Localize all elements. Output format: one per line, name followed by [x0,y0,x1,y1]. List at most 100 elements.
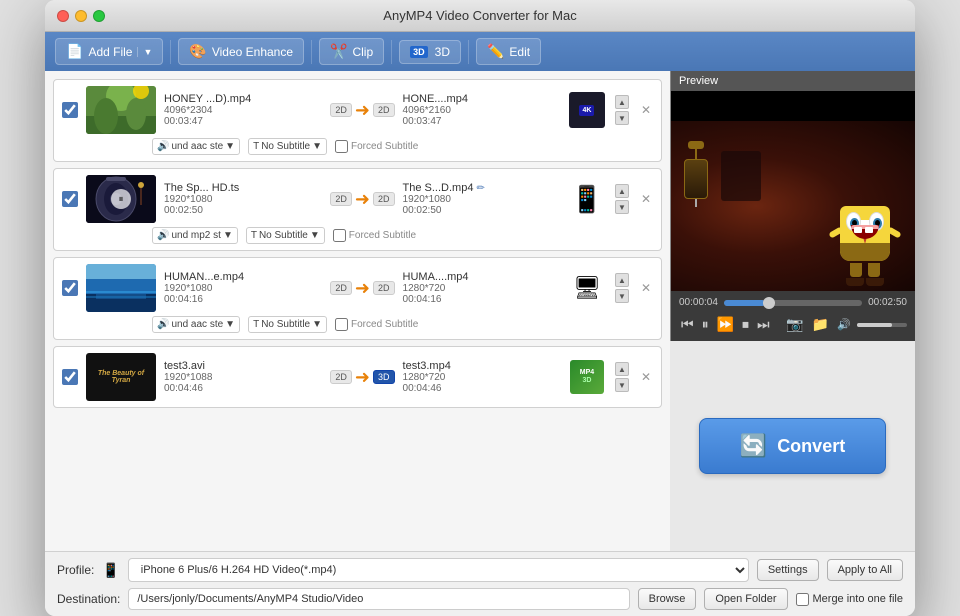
preview-scene [671,121,915,291]
browse-button[interactable]: Browse [638,588,697,610]
clip-button[interactable]: ✂️ Clip [319,38,384,65]
edit-dest-2[interactable]: ✏ [476,183,484,194]
volume-icon[interactable]: 🔊 [835,316,853,333]
file-source-res-1: 4096*2304 [164,105,322,116]
file-dest-duration-3: 00:04:16 [403,294,469,305]
file-dest-res-3: 1280*720 [403,283,469,294]
file-checkbox-2[interactable] [62,191,78,207]
bg-object [721,151,761,201]
source-dim-badge-4: 2D [330,370,352,384]
subtitle-select-2[interactable]: T No Subtitle ▼ [246,227,325,244]
stop-button[interactable]: ⏹ [740,314,751,335]
forced-subtitle-check-3[interactable] [335,318,348,331]
scroll-down-1[interactable]: ▼ [615,111,629,125]
scroll-up-4[interactable]: ▲ [615,362,629,376]
file-dest-res-4: 1280*720 [403,372,451,383]
dest-input[interactable] [128,588,629,610]
clip-label: Clip [352,45,373,59]
convert-arrow-1: ➜ [355,100,370,121]
settings-button[interactable]: Settings [757,559,819,581]
file-source-name-2: The Sp... HD.ts [164,182,322,194]
file-checkbox-3[interactable] [62,280,78,296]
progress-bar[interactable] [724,300,862,306]
preview-label: Preview [671,71,915,91]
dest-label: Destination: [57,592,120,606]
minimize-button[interactable] [75,10,87,22]
time-total: 00:02:50 [868,297,907,308]
source-dim-badge-1: 2D [330,103,352,117]
remove-file-2[interactable]: ✕ [639,190,653,208]
subtitle-arrow-3: ▼ [312,319,322,330]
subtitle-select-1[interactable]: T No Subtitle ▼ [248,138,327,155]
video-enhance-button[interactable]: 🎨 Video Enhance [178,38,304,65]
file-dest-duration-2: 00:02:50 [403,205,485,216]
audio-select-2[interactable]: 🔊 und mp2 st ▼ [152,227,238,244]
add-file-button[interactable]: 📄 Add File ▼ [55,38,163,65]
app-window: AnyMP4 Video Converter for Mac 📄 Add Fil… [45,0,915,616]
edit-button[interactable]: ✏️ Edit [476,38,541,65]
convert-label: Convert [777,436,845,457]
fast-forward-button[interactable]: ⏩ [715,314,736,335]
destination-row: Destination: Browse Open Folder Merge in… [57,588,903,610]
folder-button[interactable]: 📁 [810,314,831,335]
open-folder-button[interactable]: Open Folder [704,588,787,610]
file-dest-res-2: 1920*1080 [403,194,485,205]
format-icon-2: 📱 [569,184,605,215]
skip-back-button[interactable]: ⏮ [679,314,696,335]
subtitle-arrow-1: ▼ [312,141,322,152]
audio-select-1[interactable]: 🔊 und aac ste ▼ [152,138,240,155]
merge-checkbox[interactable] [796,593,809,606]
skip-forward-button[interactable]: ⏭ [755,314,772,335]
file-thumbnail-3 [86,264,156,312]
subtitle-select-3[interactable]: T No Subtitle ▼ [248,316,327,333]
spongebob-character [830,206,900,286]
file-dest-1: HONE....mp4 4096*2160 00:03:47 [403,93,561,127]
file-list: HONEY ...D).mp4 4096*2304 00:03:47 2D ➜ … [45,71,670,501]
remove-file-3[interactable]: ✕ [639,279,653,297]
format-icon-3: 🖥 [569,275,605,301]
close-button[interactable] [57,10,69,22]
file-dest-name-4: test3.mp4 [403,360,451,372]
subtitle-icon-1: T [253,141,259,152]
merge-wrap: Merge into one file [796,593,904,606]
scroll-down-4[interactable]: ▼ [615,378,629,392]
file-item-top: HUMAN...e.mp4 1920*1080 00:04:16 2D ➜ 2D… [62,264,653,312]
file-source-name-3: HUMAN...e.mp4 [164,271,322,283]
file-checkbox-1[interactable] [62,102,78,118]
phone-icon: 📱 [102,562,119,579]
video-enhance-label: Video Enhance [212,45,293,59]
list-item: HONEY ...D).mp4 4096*2304 00:03:47 2D ➜ … [53,79,662,162]
bottom-bar: Profile: 📱 iPhone 6 Plus/6 H.264 HD Vide… [45,551,915,616]
forced-subtitle-check-2[interactable] [333,229,346,242]
scroll-buttons-3: ▲ ▼ [613,273,631,303]
scroll-up-3[interactable]: ▲ [615,273,629,287]
forced-subtitle-check-1[interactable] [335,140,348,153]
profile-select[interactable]: iPhone 6 Plus/6 H.264 HD Video(*.mp4) [128,558,749,582]
audio-value-2: und mp2 st [171,230,220,241]
file-source-name-4: test3.avi [164,360,322,372]
scroll-up-1[interactable]: ▲ [615,95,629,109]
3d-button[interactable]: 3D 3D [399,40,461,64]
arrow-box-1: 2D ➜ 2D [330,100,394,121]
volume-slider[interactable] [857,323,907,327]
profile-label: Profile: [57,563,94,577]
convert-button[interactable]: 🔄 Convert [699,418,886,474]
scroll-up-2[interactable]: ▲ [615,184,629,198]
maximize-button[interactable] [93,10,105,22]
audio-select-3[interactable]: 🔊 und aac ste ▼ [152,316,240,333]
add-file-dropdown-arrow[interactable]: ▼ [137,47,152,57]
scroll-down-2[interactable]: ▼ [615,200,629,214]
audio-icon-1: 🔊 [157,141,169,152]
pause-button[interactable]: ⏸ [700,314,711,335]
source-dim-badge-2: 2D [330,192,352,206]
file-checkbox-4[interactable] [62,369,78,385]
list-item: ⏸ The Sp... HD.ts 1920*1080 00:02:50 2D … [53,168,662,251]
file-source-duration-2: 00:02:50 [164,205,322,216]
remove-file-1[interactable]: ✕ [639,101,653,119]
remove-file-4[interactable]: ✕ [639,368,653,386]
scroll-down-3[interactable]: ▼ [615,289,629,303]
apply-to-all-button[interactable]: Apply to All [827,559,903,581]
screenshot-button[interactable]: 📷 [784,314,805,335]
file-source-res-4: 1920*1088 [164,372,322,383]
audio-icon-2: 🔊 [157,230,169,241]
